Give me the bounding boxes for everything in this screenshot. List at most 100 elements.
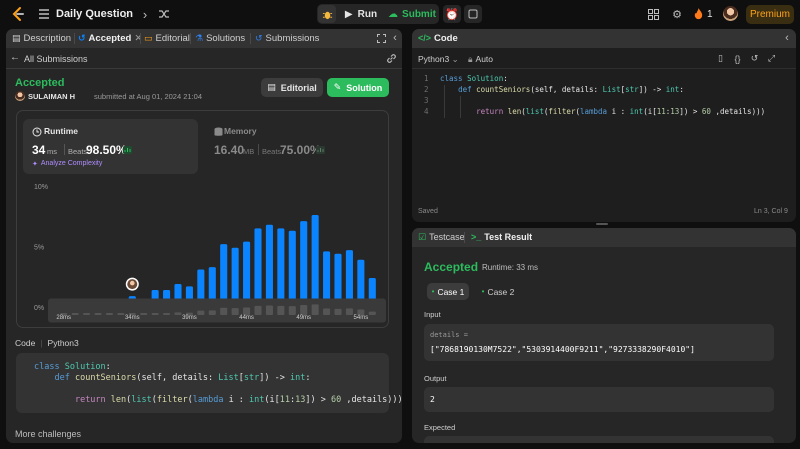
pass-dot-icon: • (431, 287, 435, 296)
memory-beats-label: Beats (262, 147, 282, 156)
leetcode-logo-icon[interactable] (10, 6, 26, 22)
tab-accepted-label: Accepted (88, 33, 132, 44)
run-button[interactable]: ▶ Run (338, 5, 384, 23)
indent-guide (444, 85, 445, 118)
runtime-bar (220, 244, 228, 307)
alarm-icon[interactable]: ⏰ (443, 5, 461, 23)
overview-bar (277, 305, 285, 315)
maximize-icon[interactable] (376, 33, 386, 43)
terminal-icon: >_ (471, 232, 482, 242)
submitted-at: submitted at Aug 01, 2024 21:04 (94, 92, 202, 101)
analyze-complexity-link[interactable]: ✦ Analyze Complexity (32, 160, 102, 168)
case-1-label: Case 1 (437, 286, 465, 297)
language-select[interactable]: Python3 ⌄ (418, 54, 459, 65)
overview-bar (140, 313, 148, 315)
tab-editorial-label: Editorial (155, 33, 190, 44)
tab-editorial[interactable]: ▭ Editorial (144, 33, 190, 44)
code-line-2: def countSeniors(self, details: List[str… (54, 373, 311, 383)
overview-tick-label: 54ms (354, 315, 369, 321)
auto-complete-toggle[interactable]: 🔒︎ Auto (468, 54, 493, 65)
chevron-down-icon: ⌄ (451, 54, 459, 64)
editor-line-2[interactable]: def countSeniors(self, details: List[str… (440, 85, 684, 94)
bookmark-icon[interactable]: ▯ (715, 53, 726, 64)
tab-separator (464, 232, 465, 243)
divider (64, 144, 65, 155)
submit-label: Submit (402, 8, 436, 20)
gear-icon[interactable]: ⚙ (670, 7, 684, 21)
overview-bar (323, 308, 331, 315)
tab-description[interactable]: ▤ Description (12, 33, 71, 44)
share-link-icon[interactable] (386, 53, 398, 65)
y-tick-label: 10% (34, 184, 48, 191)
auto-label: Auto (475, 54, 494, 64)
resize-handle[interactable] (596, 223, 608, 225)
submission-status: Accepted (15, 77, 65, 89)
runtime-bar (254, 228, 262, 307)
tab-solutions[interactable]: ⚗ Solutions (195, 33, 245, 44)
expected-label: Expected (424, 423, 456, 432)
runtime-bar (243, 241, 251, 307)
overview-bar (105, 313, 113, 315)
overview-bar (151, 313, 159, 315)
editor-line-4[interactable]: return len(list(filter(lambda i : int(i[… (440, 107, 765, 116)
code-line-4: return len(list(filter(lambda i : int(i[… (74, 395, 402, 405)
user-avatar[interactable] (15, 91, 25, 101)
divider (258, 144, 259, 155)
case-2-tab[interactable]: • Case 2 (477, 283, 519, 300)
line-number: 2 (424, 85, 429, 94)
overview-bar (174, 312, 182, 315)
input-label: Input (424, 310, 441, 319)
book-icon: ▭ (144, 33, 153, 43)
tab-testcase[interactable]: ☑ Testcase (418, 232, 465, 243)
overview-bar (163, 313, 171, 315)
notes-icon[interactable] (464, 5, 482, 23)
runtime-bar (277, 228, 285, 307)
memory-value: 16.40 (214, 143, 245, 157)
editor-line-1[interactable]: class Solution: (440, 74, 508, 83)
reset-icon[interactable]: ↺ (749, 53, 760, 64)
expand-icon[interactable]: ⤢ (766, 53, 777, 64)
debug-icon[interactable] (318, 5, 336, 23)
upload-icon: ☁ (388, 8, 399, 20)
all-submissions-link[interactable]: All Submissions (24, 54, 88, 64)
close-icon[interactable]: ✕ (134, 33, 142, 44)
runtime-distribution-chart[interactable]: 10%5%0%28ms34ms39ms44ms49ms54ms28ms34ms3… (18, 177, 388, 325)
premium-button[interactable]: Premium (746, 5, 794, 24)
collapse-icon[interactable]: ‹ (390, 32, 400, 44)
collapse-icon[interactable]: ‹ (782, 32, 792, 44)
back-arrow-icon[interactable]: ← (10, 52, 20, 64)
editorial-button[interactable]: ▤ Editorial (261, 78, 323, 97)
overview-bar (197, 310, 205, 315)
tab-description-label: Description (23, 33, 72, 44)
submitted-code[interactable]: class Solution: def countSeniors(self, d… (16, 353, 402, 413)
prev-icon[interactable]: ‹ (118, 6, 132, 22)
tab-test-result[interactable]: >_ Test Result (471, 232, 532, 242)
solution-button[interactable]: ✎ Solution (327, 78, 389, 97)
avatar[interactable] (723, 6, 738, 21)
submit-button[interactable]: ☁ Submit (386, 5, 438, 23)
input-value[interactable]: ["7868190130M7522","5303914400F9211","92… (430, 345, 695, 354)
code-label: Code (15, 338, 36, 348)
next-icon[interactable]: › (138, 6, 152, 22)
tab-testcase-label: Testcase (429, 232, 465, 242)
format-braces-icon[interactable]: {} (732, 53, 743, 64)
overview-bar (220, 307, 228, 315)
cursor-position: Ln 3, Col 9 (754, 208, 788, 215)
case-1-tab[interactable]: • Case 1 (427, 283, 469, 300)
analyze-label: Analyze Complexity (40, 160, 103, 167)
tab-submissions[interactable]: ↺ Submissions (255, 33, 319, 44)
streak-count: 1 (707, 9, 713, 20)
user-name[interactable]: SULAIMAN H (28, 92, 75, 101)
output-value[interactable]: 2 (430, 395, 435, 404)
line-number: 4 (424, 107, 429, 116)
layout-icon[interactable] (646, 7, 660, 21)
shuffle-icon[interactable] (157, 6, 171, 22)
line-number: 3 (424, 96, 429, 105)
checkbox-icon: ☑ (418, 232, 427, 242)
memory-label[interactable]: Memory (224, 126, 257, 136)
runtime-value: 34 (32, 143, 46, 157)
overview-bar (368, 311, 376, 315)
tab-accepted[interactable]: ↺ Accepted ✕ (78, 33, 142, 44)
problem-list-icon[interactable] (37, 7, 51, 21)
tab-code[interactable]: </> Code (418, 33, 458, 44)
